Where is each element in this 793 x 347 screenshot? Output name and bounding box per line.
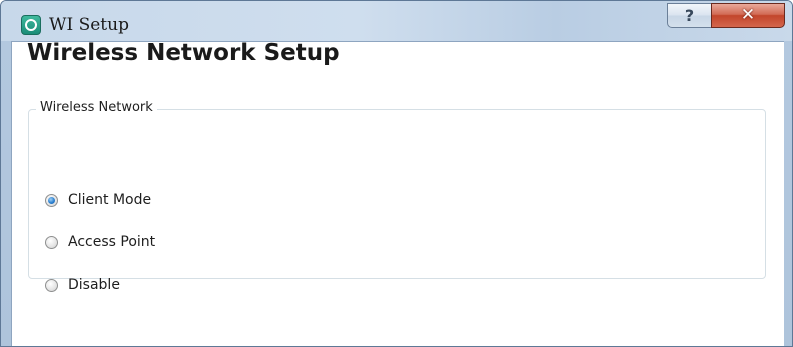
help-icon: ? <box>684 6 695 25</box>
page-title: Wireless Network Setup <box>27 40 340 66</box>
radio-button-icon[interactable] <box>45 235 58 249</box>
radio-button-icon[interactable] <box>45 193 58 207</box>
help-button[interactable]: ? <box>667 3 712 28</box>
window-title: WI Setup <box>49 15 129 35</box>
radio-label: Access Point <box>68 234 156 250</box>
radio-button-icon[interactable] <box>45 278 58 292</box>
radio-access-point[interactable]: Access Point <box>45 232 155 252</box>
groupbox-legend: Wireless Network <box>36 100 157 115</box>
close-button[interactable]: ✕ <box>711 3 785 28</box>
app-icon-ring <box>25 19 37 31</box>
radio-disable[interactable]: Disable <box>45 275 120 295</box>
close-icon: ✕ <box>740 5 756 25</box>
radio-label: Client Mode <box>68 192 152 208</box>
radio-label: Disable <box>68 277 120 293</box>
setup-window: WI Setup ? ✕ Wireless Network Setup Wire… <box>0 0 793 347</box>
radio-client-mode[interactable]: Client Mode <box>45 190 151 210</box>
wi-app-icon <box>21 15 41 35</box>
title-bar[interactable]: WI Setup ? ✕ <box>1 1 792 41</box>
